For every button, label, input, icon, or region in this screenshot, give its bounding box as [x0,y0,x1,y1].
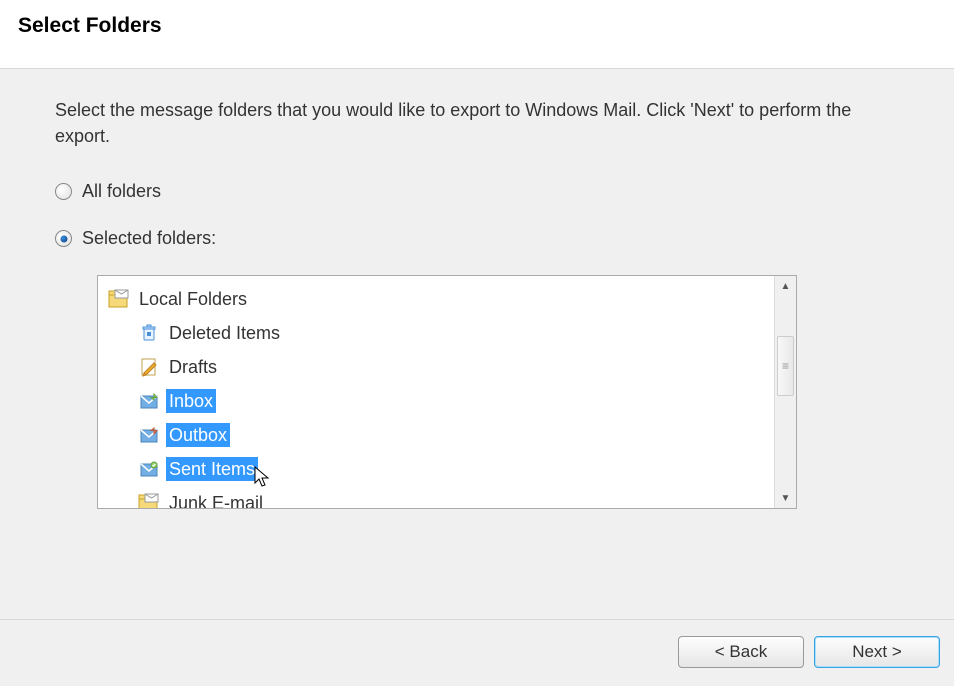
radio-all-folders[interactable]: All folders [55,181,899,202]
tree-item-deleted[interactable]: Deleted Items [108,316,774,350]
tree-item-label: Drafts [166,355,220,379]
wizard-footer: < Back Next > [0,619,954,686]
tree-root-item[interactable]: Local Folders [108,282,774,316]
folder-root-icon [108,288,130,310]
wizard-content: Select the message folders that you woul… [0,69,954,619]
tree-item-sent[interactable]: Sent Items [108,452,774,486]
inbox-icon [138,390,160,412]
outbox-icon [138,424,160,446]
tree-item-outbox[interactable]: Outbox [108,418,774,452]
scroll-thumb[interactable] [777,336,794,396]
next-button[interactable]: Next > [814,636,940,668]
tree-item-label: Deleted Items [166,321,283,345]
junk-icon [138,492,160,508]
scroll-up-button[interactable]: ▲ [775,276,796,296]
tree-item-label: Junk E-mail [166,491,266,508]
instruction-text: Select the message folders that you woul… [55,97,899,149]
scrollbar[interactable]: ▲ ▼ [774,276,796,508]
radio-selected-folders[interactable]: Selected folders: [55,228,899,249]
page-title: Select Folders [18,14,936,38]
radio-all-label: All folders [82,181,161,202]
radio-selected-input[interactable] [55,230,72,247]
wizard-container: Select Folders Select the message folder… [0,0,954,686]
back-button[interactable]: < Back [678,636,804,668]
folder-tree[interactable]: Local Folders Deleted Items [97,275,797,509]
trash-icon [138,322,160,344]
tree-root-label: Local Folders [136,287,250,311]
tree-item-junk[interactable]: Junk E-mail [108,486,774,508]
tree-item-drafts[interactable]: Drafts [108,350,774,384]
tree-list: Local Folders Deleted Items [98,276,774,508]
tree-item-label: Sent Items [166,457,258,481]
scroll-track[interactable] [775,296,796,488]
radio-all-input[interactable] [55,183,72,200]
scroll-down-button[interactable]: ▼ [775,488,796,508]
sent-icon [138,458,160,480]
radio-selected-label: Selected folders: [82,228,216,249]
wizard-header: Select Folders [0,0,954,68]
tree-item-inbox[interactable]: Inbox [108,384,774,418]
tree-item-label: Outbox [166,423,230,447]
radio-group: All folders Selected folders: [55,181,899,249]
draft-icon [138,356,160,378]
tree-item-label: Inbox [166,389,216,413]
